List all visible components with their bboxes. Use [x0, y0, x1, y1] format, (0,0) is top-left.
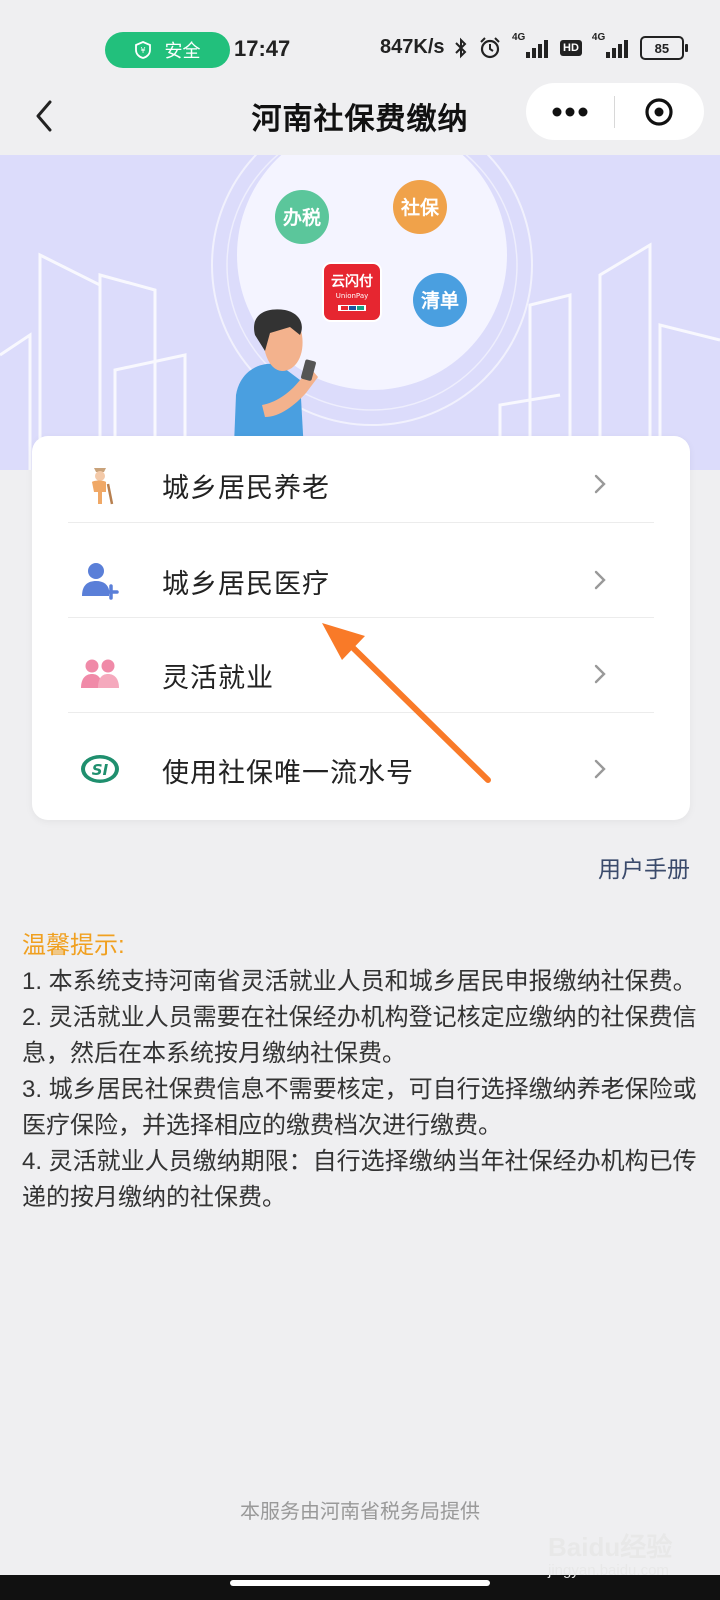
svg-text:¥: ¥ [140, 46, 145, 55]
back-button[interactable] [28, 94, 68, 138]
svg-text:SI: SI [92, 761, 109, 779]
tip-line-3: 3. 城乡居民社保费信息不需要核定，可自行选择缴纳养老保险或医疗保险，并选择相应… [22, 1076, 697, 1139]
menu-item-unique-serial[interactable]: SI 使用社保唯一流水号 [32, 721, 690, 817]
more-dots-icon [552, 107, 588, 116]
menu-label-pension: 城乡居民养老 [162, 473, 330, 503]
tips-title: 温馨提示: [22, 932, 125, 959]
home-indicator[interactable] [230, 1580, 490, 1586]
chevron-right-icon [594, 474, 606, 494]
menu-divider [68, 712, 654, 713]
chevron-right-icon [594, 759, 606, 779]
alarm-icon [480, 37, 500, 59]
menu-item-resident-medical[interactable]: 城乡居民医疗 [32, 532, 690, 628]
tips-section: 温馨提示: 1. 本系统支持河南省灵活就业人员和城乡居民申报缴纳社保费。 2. … [22, 928, 698, 1216]
footer-provider-text: 本服务由河南省税务局提供 [240, 1501, 480, 1523]
menu-label-medical: 城乡居民医疗 [162, 569, 330, 599]
bubble-text-list: 清单 [421, 289, 459, 312]
status-bar: ¥ 安全 17:47 847K/s 4G HD 4G 85 [0, 0, 720, 90]
signal-icon-2: 4G [592, 32, 630, 60]
chevron-right-icon [594, 664, 606, 684]
menu-item-resident-pension[interactable]: 城乡居民养老 [32, 436, 690, 532]
baidu-watermark-url: jingyan.baidu.com [548, 1562, 669, 1579]
net-speed: 847K/s [380, 36, 445, 58]
hero-banner: 办税 社保 清单 云闪付 UnionPay [0, 155, 720, 470]
menu-label-flexible: 灵活就业 [162, 663, 274, 693]
tip-line-1: 1. 本系统支持河南省灵活就业人员和城乡居民申报缴纳社保费。 [22, 968, 697, 995]
user-manual-link[interactable]: 用户手册 [598, 850, 690, 884]
menu-card: 城乡居民养老 城乡居民医疗 灵活就业 SI 使用社保唯一流水号 [32, 436, 690, 820]
bubble-text-tax: 办税 [283, 206, 321, 229]
more-button[interactable] [526, 83, 614, 140]
close-circle-icon [645, 97, 673, 126]
miniprogram-capsule [526, 83, 704, 140]
close-button[interactable] [615, 83, 703, 140]
battery-icon: 85 [639, 36, 688, 60]
tip-line-2: 2. 灵活就业人员需要在社保经办机构登记核定应缴纳的社保费信息，然后在本系统按月… [22, 1004, 697, 1067]
clock: 17:47 [234, 36, 291, 61]
network-type-2: 4G [591, 32, 606, 43]
menu-item-flexible-employment[interactable]: 灵活就业 [32, 626, 690, 722]
hd-icon: HD [560, 40, 582, 56]
unionpay-logo-icon: 云闪付 UnionPay [322, 262, 382, 322]
network-type-1: 4G [512, 32, 526, 43]
chevron-left-icon [36, 100, 52, 132]
si-logo-icon: SI [81, 755, 119, 783]
safety-label: 安全 [164, 41, 201, 61]
tip-line-4: 4. 灵活就业人员缴纳期限：自行选择缴纳当年社保经办机构已传递的按月缴纳的社保费… [22, 1148, 697, 1211]
group-people-icon [81, 659, 119, 688]
signal-icon: 4G [512, 32, 550, 60]
safety-badge[interactable]: ¥ 安全 [105, 32, 230, 68]
nav-bar: 河南社保费缴纳 [0, 80, 720, 154]
menu-divider [68, 617, 654, 618]
bubble-text-social: 社保 [400, 196, 440, 219]
menu-divider [68, 522, 654, 523]
baidu-watermark: Baidu经验 [548, 1532, 673, 1562]
add-user-icon [82, 563, 119, 600]
banner-illustration: 办税 社保 清单 云闪付 UnionPay [0, 155, 720, 470]
chevron-right-icon [594, 570, 606, 590]
elderly-person-icon [92, 468, 114, 505]
pay-logo-text: 云闪付 [331, 273, 373, 290]
bluetooth-icon [455, 37, 467, 59]
shield-icon: ¥ [134, 41, 151, 59]
menu-label-serial: 使用社保唯一流水号 [162, 758, 414, 788]
pay-logo-sub: UnionPay [336, 292, 369, 300]
status-icons: 4G HD 4G 85 [454, 32, 688, 60]
